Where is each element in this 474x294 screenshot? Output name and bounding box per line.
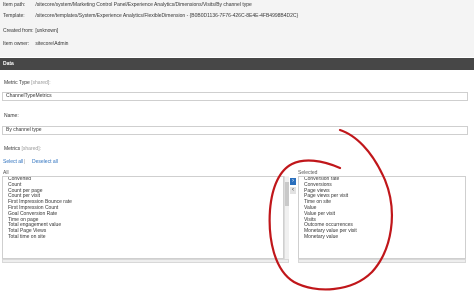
item-info-panel: Item path: /sitecore/system/Marketing Co…	[0, 0, 474, 57]
metric-type-input[interactable]: ChannelTypeMetrics	[2, 92, 468, 101]
all-list-scroll-thumb[interactable]	[285, 182, 289, 206]
all-list-horizontal-scrollbar[interactable]	[2, 259, 289, 263]
item-owner-value: sitecore\Admin	[35, 41, 69, 47]
metric-type-shared-tag: [shared]:	[31, 80, 51, 86]
template-row: Template: /sitecore/templates/System/Exp…	[3, 12, 298, 20]
chevron-left-icon[interactable]: ‹	[290, 187, 296, 194]
selected-list-horizontal-scrollbar[interactable]	[298, 259, 466, 263]
item-path-row: Item path: /sitecore/system/Marketing Co…	[3, 1, 252, 9]
deselect-all-link[interactable]: Deselect all	[32, 159, 58, 165]
list-item[interactable]: Monetary value	[299, 234, 465, 241]
metric-type-label-text: Metric Type	[4, 80, 30, 86]
name-label: Name:	[4, 113, 19, 119]
link-separator: |	[24, 159, 26, 165]
created-from-value: [unknown]	[35, 28, 59, 34]
metrics-label-text: Metrics	[4, 146, 21, 152]
item-path-label: Item path:	[3, 2, 26, 8]
metric-type-label: Metric Type [shared]:	[4, 80, 51, 86]
name-input[interactable]: By channel type	[2, 126, 468, 135]
created-from-row: Created from: [unknown]	[3, 27, 58, 35]
list-item[interactable]: Total time on site	[3, 234, 283, 241]
select-all-link[interactable]: Select all	[3, 159, 23, 165]
metrics-label: Metrics [shared]:	[4, 146, 41, 152]
template-label: Template:	[3, 13, 25, 19]
all-metrics-list[interactable]: Converted Count Count per page Count per…	[2, 176, 284, 259]
item-owner-label: Item owner:	[3, 41, 30, 47]
item-owner-row: Item owner: sitecore\Admin	[3, 40, 68, 48]
data-section-header[interactable]: Data	[0, 58, 474, 70]
item-path-value: /sitecore/system/Marketing Control Panel…	[35, 2, 252, 8]
chevron-right-icon[interactable]: ›	[290, 178, 296, 185]
all-list-scrollbar[interactable]	[284, 176, 289, 259]
selected-metrics-list[interactable]: Conversion rate Conversions Page views P…	[298, 176, 466, 259]
template-value: /sitecore/templates/System/Experience An…	[35, 13, 299, 19]
created-from-label: Created from:	[3, 28, 34, 34]
metrics-shared-tag: [shared]:	[21, 146, 41, 152]
